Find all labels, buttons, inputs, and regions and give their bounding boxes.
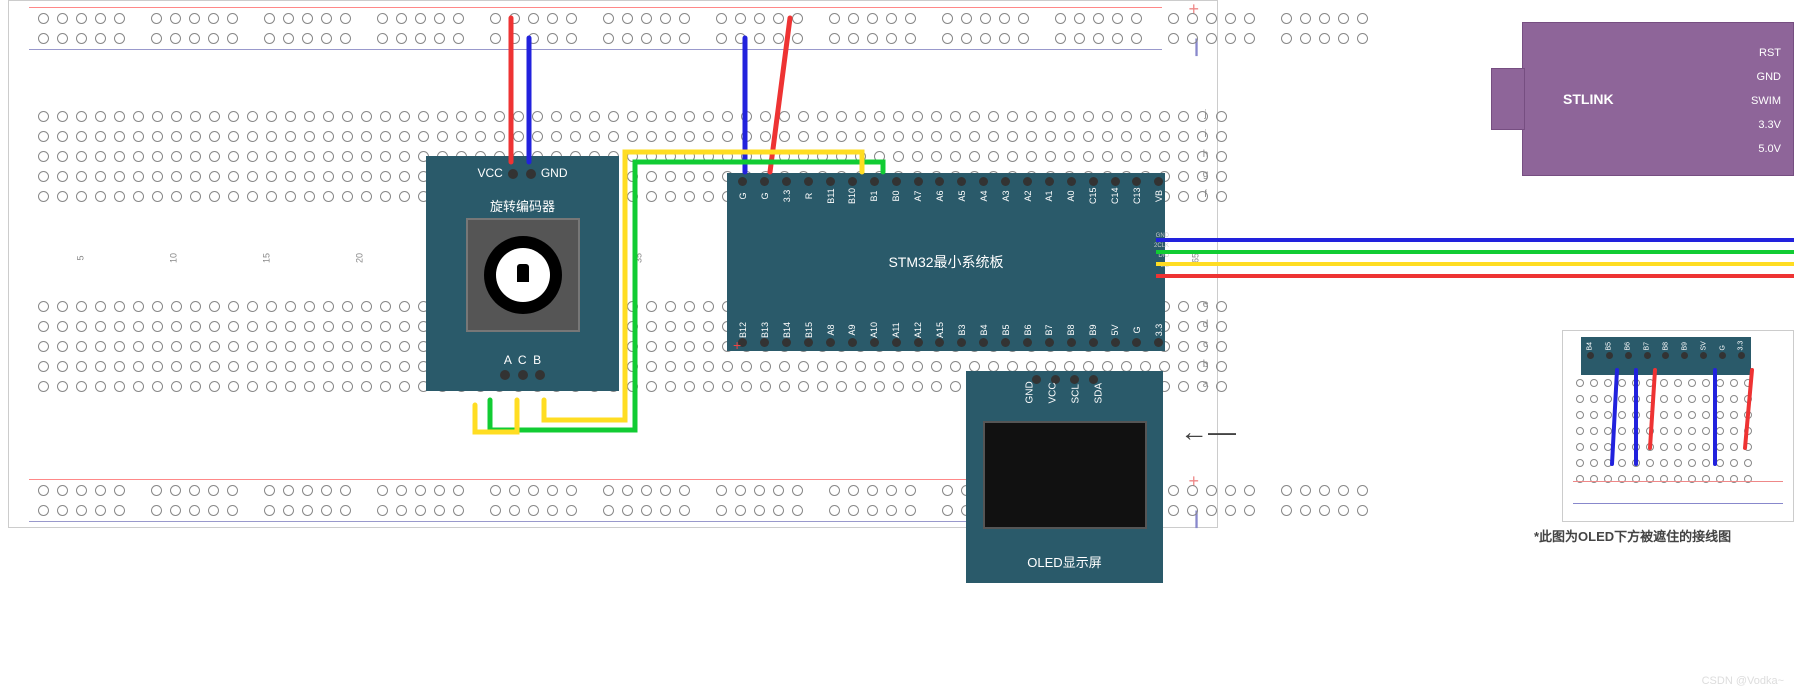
rail-holes [9, 13, 1242, 24]
encoder-module: VCC GND 旋转编码器 A C B [426, 156, 619, 391]
stm32-board: GG3.3RB11B10B1B0A7A6A5A4A3A2A1A0C15C14C1… [727, 173, 1165, 351]
power-rail-top: + | [9, 3, 1217, 53]
oled-pin-dots [966, 375, 1163, 384]
encoder-pin-c-label: C [518, 353, 527, 367]
encoder-pin-a [500, 370, 510, 380]
encoder-vcc-label: VCC [477, 166, 502, 180]
encoder-vcc-pin [508, 169, 518, 179]
stm32-title: STM32最小系统板 [888, 252, 1003, 272]
detail-breadboard: B4B5B6B7B8B9SVG3.3 [1562, 330, 1794, 522]
arrow-icon: ←— [1180, 416, 1236, 448]
encoder-pin-c [518, 370, 528, 380]
encoder-gnd-pin [526, 169, 536, 179]
rail-holes [9, 33, 1242, 44]
oled-title: OLED显示屏 [966, 552, 1163, 571]
stlink-pin-labels: RSTGNDSWIM3.3V5.0V [1751, 41, 1781, 161]
stm32-top-dots [727, 177, 1175, 186]
detail-chip: B4B5B6B7B8B9SVG3.3 [1581, 337, 1751, 375]
oled-screen [983, 421, 1147, 529]
encoder-gnd-label: GND [541, 166, 568, 180]
stm32-top-pins: GG3.3RB11B10B1B0A7A6A5A4A3A2A1A0C15C14C1… [727, 191, 1175, 201]
encoder-pin-b-label: B [533, 353, 541, 367]
stm32-side-labels: GND 2CLK DIO 3.3 [1154, 231, 1169, 271]
encoder-body [466, 218, 580, 332]
breadboard-main: + | + | 5101520253035404550556065 VCC GN… [8, 0, 1218, 528]
oled-module: GNDVCCSCLSDA OLED显示屏 [966, 371, 1163, 583]
detail-chip-pins: B4B5B6B7B8B9SVG3.3 [1581, 337, 1751, 348]
stlink-title: STLINK [1563, 91, 1614, 107]
watermark: CSDN @Vodka~ [1702, 675, 1784, 687]
stlink-usb-tab [1491, 68, 1525, 130]
stm32-bottom-pins: B12B13B14B15A8A9A10A11A12A15B3B4B5B6B7B8… [727, 325, 1175, 335]
oled-pin-labels: GNDVCCSCLSDA [966, 391, 1163, 402]
encoder-pin-b [535, 370, 545, 380]
pin1-marker-icon: + [733, 337, 741, 353]
encoder-pin-a-label: A [504, 353, 511, 367]
detail-note: *此图为OLED下方被遮住的接线图 [1534, 526, 1794, 545]
stlink-module: STLINK RSTGNDSWIM3.3V5.0V [1522, 22, 1794, 176]
stm32-bottom-dots [727, 338, 1175, 347]
encoder-title: 旋转编码器 [426, 196, 619, 215]
